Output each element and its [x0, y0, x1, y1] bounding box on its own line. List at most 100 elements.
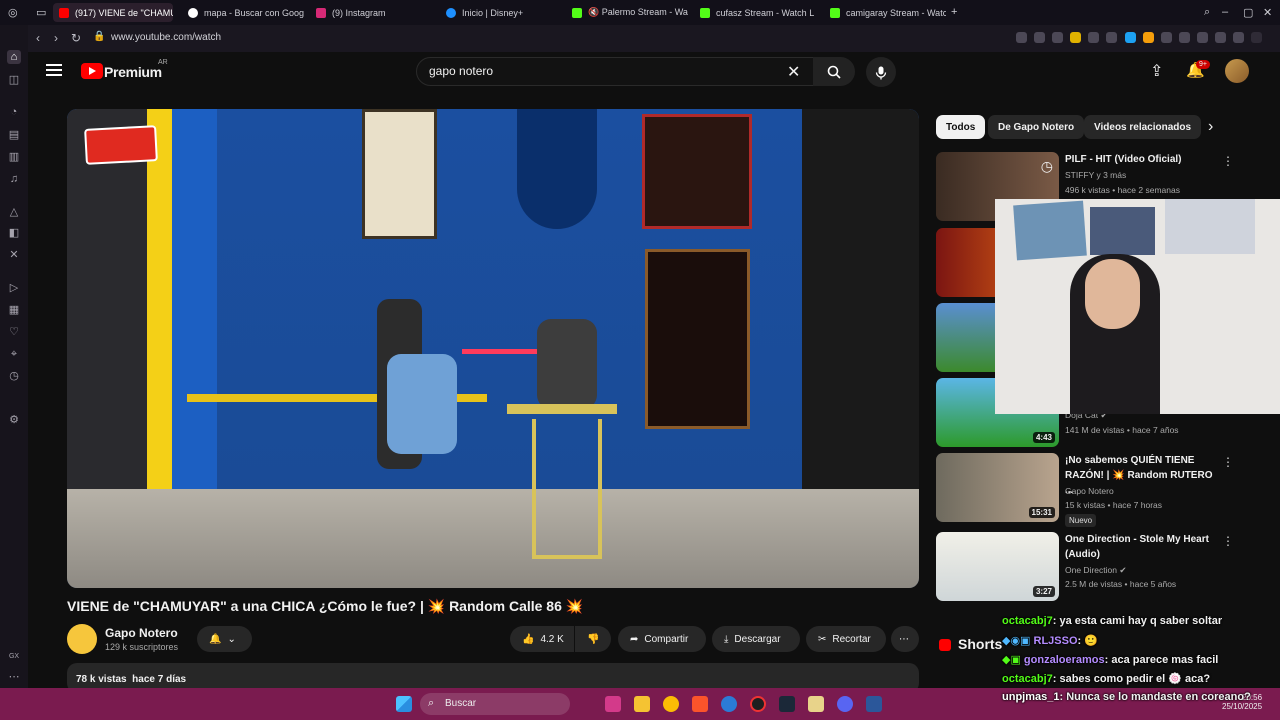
settings-icon[interactable]: ⚙: [7, 413, 21, 427]
file-explorer-icon[interactable]: [634, 696, 650, 712]
recommended-thumbnail[interactable]: 15:31: [936, 453, 1059, 522]
zoom-icon[interactable]: [1016, 32, 1027, 43]
opera-menu-icon[interactable]: ◎: [8, 6, 18, 19]
search-input[interactable]: [429, 64, 769, 78]
tab-youtube[interactable]: (917) VIENE de "CHAMUY: [53, 3, 173, 22]
menu-icon[interactable]: [1251, 32, 1262, 43]
more-actions-button[interactable]: ⋯: [891, 626, 919, 652]
twitch-icon[interactable]: ◧: [7, 226, 21, 240]
shield-icon[interactable]: [1070, 32, 1081, 43]
grid-icon[interactable]: ▦: [7, 303, 21, 317]
create-upload-icon[interactable]: ⇪: [1150, 61, 1163, 81]
new-tab-icon[interactable]: +: [951, 6, 957, 18]
youtube-brand[interactable]: Premium: [104, 64, 162, 80]
person-sitting: [537, 319, 597, 409]
recommended-channel[interactable]: Gapo Notero: [1065, 486, 1114, 496]
more-vertical-icon[interactable]: ⋮: [1222, 534, 1234, 548]
player-icon[interactable]: ▷: [7, 281, 21, 295]
chat-message: ◆◉▣ RLJSSO: 🙂: [1002, 634, 1098, 647]
share-button[interactable]: ➦ Compartir: [618, 626, 706, 652]
chip-todos[interactable]: Todos: [936, 115, 986, 139]
speed-icon[interactable]: ◔: [7, 105, 21, 119]
clip-button[interactable]: ✂ Recortar: [806, 626, 886, 652]
hamburger-menu-icon[interactable]: [46, 64, 62, 76]
tab-palermo-stream[interactable]: 🔇 Palermo Stream - Wa: [566, 3, 688, 22]
reload-icon[interactable]: ↻: [71, 31, 81, 45]
video-player[interactable]: [67, 109, 919, 588]
more-vertical-icon[interactable]: ⋮: [1222, 455, 1234, 469]
notepad-icon[interactable]: [808, 696, 824, 712]
account-avatar[interactable]: [1225, 59, 1249, 83]
url-field[interactable]: www.youtube.com/watch: [111, 32, 221, 43]
youtube-logo-icon[interactable]: [81, 63, 103, 79]
recommended-thumbnail[interactable]: 3:27: [936, 532, 1059, 601]
tab-disney[interactable]: Inicio | Disney+: [440, 3, 562, 22]
chrome-icon[interactable]: [663, 696, 679, 712]
channel-avatar[interactable]: [67, 624, 97, 654]
vpn-icon[interactable]: [1088, 32, 1099, 43]
clipboard-icon[interactable]: ⌖: [7, 347, 21, 361]
extensions-puzzle-icon[interactable]: [1197, 32, 1208, 43]
recommended-title[interactable]: PILF - HIT (Video Oficial): [1065, 152, 1215, 167]
clear-search-icon[interactable]: ✕: [787, 62, 800, 82]
extension-icon[interactable]: [1161, 32, 1172, 43]
extension-icon[interactable]: [1179, 32, 1190, 43]
ccleaner-icon[interactable]: [721, 696, 737, 712]
subscription-bell-button[interactable]: 🔔 ⌄: [197, 626, 252, 652]
chevron-right-icon[interactable]: ›: [1208, 118, 1213, 136]
music-icon[interactable]: ♫: [7, 172, 21, 186]
discord-icon[interactable]: [837, 696, 853, 712]
like-button[interactable]: 👍 4.2 K: [510, 626, 574, 652]
gamepad-icon[interactable]: ◫: [7, 73, 21, 87]
search-icon: [827, 65, 841, 79]
tab-overview-icon[interactable]: ▭: [36, 6, 46, 19]
search-tabs-icon[interactable]: ⌕: [1204, 6, 1210, 19]
recommended-title[interactable]: One Direction - Stole My Heart (Audio): [1065, 532, 1215, 562]
profile-icon[interactable]: [1233, 32, 1244, 43]
maximize-icon[interactable]: ▢: [1243, 6, 1253, 19]
dislike-button[interactable]: 👎: [575, 626, 611, 652]
history-icon[interactable]: ◷: [7, 369, 21, 383]
home-icon[interactable]: ⌂: [7, 50, 21, 64]
watch-later-icon[interactable]: ◷: [1041, 158, 1053, 175]
taskbar-search[interactable]: ⌕ Buscar: [420, 693, 570, 715]
tab-camigaray-stream[interactable]: camigaray Stream - Watc: [824, 3, 946, 22]
recommended-channel[interactable]: One Direction ✔: [1065, 565, 1126, 576]
more-vertical-icon[interactable]: ⋮: [1222, 154, 1234, 168]
forward-icon[interactable]: ›: [54, 31, 58, 45]
tab-google-maps[interactable]: mapa - Buscar con Goog: [182, 3, 304, 22]
extension-icon[interactable]: [1125, 32, 1136, 43]
steam-icon[interactable]: [779, 696, 795, 712]
kick-icon[interactable]: △: [7, 205, 21, 219]
channel-name[interactable]: Gapo Notero: [105, 626, 178, 640]
minimize-icon[interactable]: –: [1222, 6, 1228, 18]
google-favicon-icon: [188, 7, 198, 18]
close-window-icon[interactable]: ✕: [1263, 6, 1272, 19]
recommended-channel[interactable]: STIFFY y 3 más: [1065, 170, 1126, 180]
more-icon[interactable]: ⋯: [7, 670, 21, 684]
screenshot-icon[interactable]: [1052, 32, 1063, 43]
heart-icon[interactable]: ♡: [7, 325, 21, 339]
opera-gx-icon[interactable]: [750, 696, 766, 712]
pin-icon[interactable]: [1034, 32, 1045, 43]
search-button[interactable]: [813, 57, 855, 86]
word-icon[interactable]: [866, 696, 882, 712]
chip-de-gapo-notero[interactable]: De Gapo Notero: [988, 115, 1085, 139]
task-view-icon[interactable]: [605, 696, 621, 712]
chip-videos-relacionados[interactable]: Videos relacionados: [1084, 115, 1202, 139]
tab-instagram[interactable]: (9) Instagram: [310, 3, 430, 22]
x-twitter-icon[interactable]: ✕: [7, 248, 21, 262]
download-icon[interactable]: [1215, 32, 1226, 43]
streamer-webcam-overlay: [995, 199, 1280, 414]
tab-cufasz-stream[interactable]: cufasz Stream - Watch L: [694, 3, 816, 22]
back-icon[interactable]: ‹: [36, 31, 40, 45]
store-icon[interactable]: ▤: [7, 128, 21, 142]
voice-search-button[interactable]: [866, 57, 896, 87]
brave-icon[interactable]: [692, 696, 708, 712]
news-icon[interactable]: ▥: [7, 150, 21, 164]
windows-start-icon[interactable]: [396, 696, 412, 712]
download-button[interactable]: ⤓ Descargar: [712, 626, 800, 652]
gx-label[interactable]: GX: [7, 650, 21, 664]
extension-icon[interactable]: [1143, 32, 1154, 43]
heart-icon[interactable]: [1106, 32, 1117, 43]
